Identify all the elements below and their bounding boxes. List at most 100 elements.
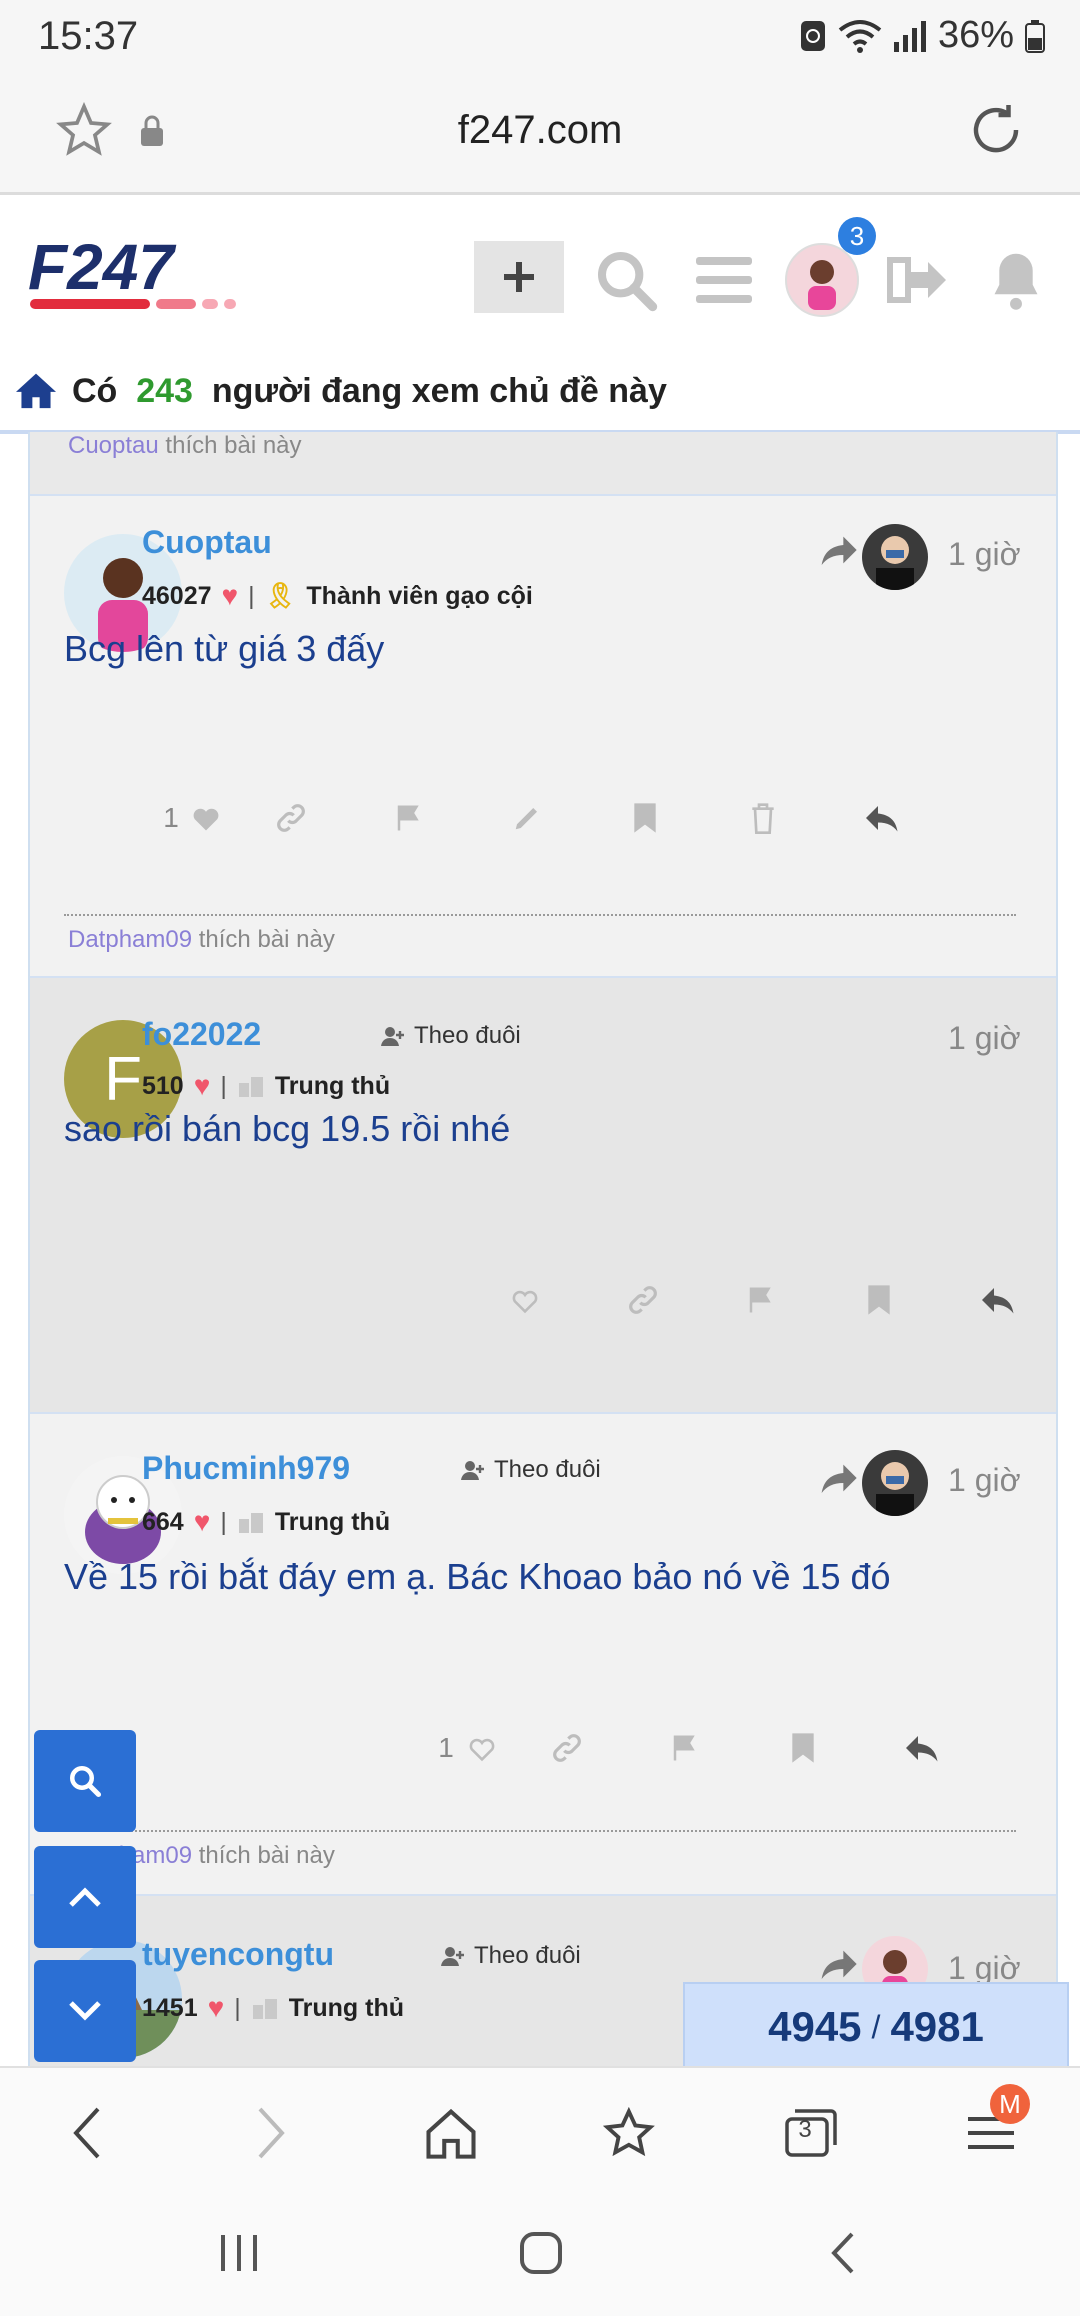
browser-bottom-nav: 3 M (0, 2066, 1080, 2192)
f247-logo[interactable]: F247 (28, 237, 290, 315)
scroll-down-button[interactable] (34, 1960, 136, 2062)
copy-link-button[interactable] (232, 788, 350, 848)
reply-button[interactable] (862, 1718, 980, 1778)
post-body: sao rồi bán bcg 19.5 rồi nhé (64, 1108, 511, 1149)
menu-badge: M (990, 2084, 1030, 2124)
scroll-up-button[interactable] (34, 1846, 136, 1948)
back-button[interactable] (52, 2098, 122, 2168)
reply-to-avatar[interactable] (862, 524, 928, 590)
viewers-bar: Có 243 người đang xem chủ đề này (0, 360, 1080, 434)
chevron-left-icon (831, 2232, 854, 2274)
search-button[interactable] (586, 240, 666, 320)
user-meta: 510 ♥ | Trung thủ (142, 1070, 390, 1102)
flag-button[interactable] (350, 788, 468, 848)
post-body: Về 15 rồi bắt đáy em ạ. Bác Khoao bảo nó… (64, 1556, 891, 1597)
reply-to-avatar[interactable] (862, 1450, 928, 1516)
menu-button[interactable] (684, 240, 764, 320)
bookmark-button[interactable] (744, 1718, 862, 1778)
like-button[interactable] (466, 1270, 584, 1330)
bookmark-button[interactable] (586, 788, 704, 848)
divider: | (248, 581, 255, 610)
bookmark-icon (792, 1733, 814, 1763)
user-meta: 1451 ♥ | Trung thủ (142, 1992, 404, 2024)
viewers-prefix: Có (72, 372, 118, 410)
flag-button[interactable] (702, 1270, 820, 1330)
username[interactable]: tuyencongtu (142, 1936, 334, 1973)
post-item: F fo22022 Theo đuôi 510 ♥ | Trung thủ 1 … (30, 978, 1056, 1414)
viewers-text: Có 243 người đang xem chủ đề này (72, 372, 667, 411)
liker-name[interactable]: Cuoptau (68, 432, 159, 459)
notifications-button[interactable] (976, 240, 1056, 320)
reply-icon (866, 806, 898, 832)
reply-button[interactable] (822, 788, 940, 848)
follow-label: Theo đuôi (414, 1022, 521, 1049)
post-time[interactable]: 1 giờ (948, 1020, 1021, 1057)
share-icon[interactable] (820, 532, 860, 568)
posts-list: Cuoptau thích bài này Cuoptau 46027 ♥ | … (28, 432, 1058, 2066)
follow-button[interactable]: Theo đuôi (460, 1456, 601, 1484)
bookmarks-button[interactable] (596, 2098, 666, 2168)
flag-icon (673, 1735, 695, 1761)
rank-icon (238, 1077, 263, 1097)
follow-label: Theo đuôi (474, 1942, 581, 1969)
post-progress-indicator[interactable]: 4945 / 4981 (683, 1982, 1069, 2072)
likes-text: thích bài này (165, 432, 302, 459)
home-icon[interactable] (14, 370, 58, 410)
float-search-button[interactable] (34, 1730, 136, 1832)
follow-label: Theo đuôi (494, 1456, 601, 1483)
liker-name[interactable]: Datpham09 (68, 926, 192, 953)
delete-button[interactable] (704, 788, 822, 848)
username[interactable]: Cuoptau (142, 524, 272, 561)
flag-button[interactable] (626, 1718, 744, 1778)
post-item: Cuoptau thích bài này (30, 432, 1056, 496)
system-back-button[interactable] (808, 2218, 878, 2288)
reply-button[interactable] (938, 1270, 1056, 1330)
avatar-image (862, 1450, 928, 1516)
user-points: 510 (142, 1071, 184, 1100)
follow-button[interactable]: Theo đuôi (380, 1022, 521, 1050)
pager-current: 4945 (768, 2003, 862, 2050)
like-button[interactable]: 1 (428, 1718, 508, 1778)
status-time: 15:37 (38, 14, 139, 58)
bookmark-button[interactable] (820, 1270, 938, 1330)
system-home-button[interactable] (506, 2218, 576, 2288)
battery-icon (1025, 19, 1045, 53)
logout-icon (887, 257, 946, 303)
reply-icon (906, 1736, 938, 1762)
forward-button[interactable] (236, 2098, 306, 2168)
heart-outline-icon (469, 1738, 495, 1762)
like-button[interactable]: 1 (152, 788, 232, 848)
share-icon[interactable] (820, 1946, 860, 1982)
user-plus-icon (441, 1947, 464, 1966)
username[interactable]: fo22022 (142, 1016, 261, 1053)
follow-button[interactable]: Theo đuôi (440, 1942, 581, 1970)
user-rank: Trung thủ (274, 1507, 391, 1536)
bookmark-icon (868, 1285, 890, 1315)
likes-line: Cuoptau thích bài này (68, 432, 302, 460)
heart-outline-icon (512, 1290, 538, 1314)
edit-button[interactable] (468, 788, 586, 848)
bell-icon (994, 253, 1038, 310)
user-points: 664 (142, 1507, 184, 1536)
post-actions: 1 (152, 788, 940, 848)
tabs-button[interactable]: 3 (776, 2098, 846, 2168)
username[interactable]: Phucminh979 (142, 1450, 350, 1487)
post-body: Bcg lên từ giá 3 đấy (64, 628, 385, 669)
copy-link-button[interactable] (508, 1718, 626, 1778)
home-button[interactable] (416, 2098, 486, 2168)
post-time[interactable]: 1 giờ (948, 536, 1021, 573)
search-icon (70, 1766, 102, 1798)
link-icon (553, 1734, 581, 1762)
avatar-image (862, 524, 928, 590)
plus-icon (504, 262, 534, 292)
copy-link-button[interactable] (584, 1270, 702, 1330)
recents-button[interactable] (204, 2218, 274, 2288)
logout-button[interactable] (878, 240, 958, 320)
reload-icon[interactable] (966, 100, 1026, 160)
add-button[interactable] (474, 241, 564, 313)
share-icon[interactable] (820, 1460, 860, 1496)
heart-icon (193, 808, 219, 831)
post-time[interactable]: 1 giờ (948, 1462, 1021, 1499)
url-text[interactable]: f247.com (0, 108, 1080, 153)
svg-text:F247: F247 (28, 237, 177, 303)
